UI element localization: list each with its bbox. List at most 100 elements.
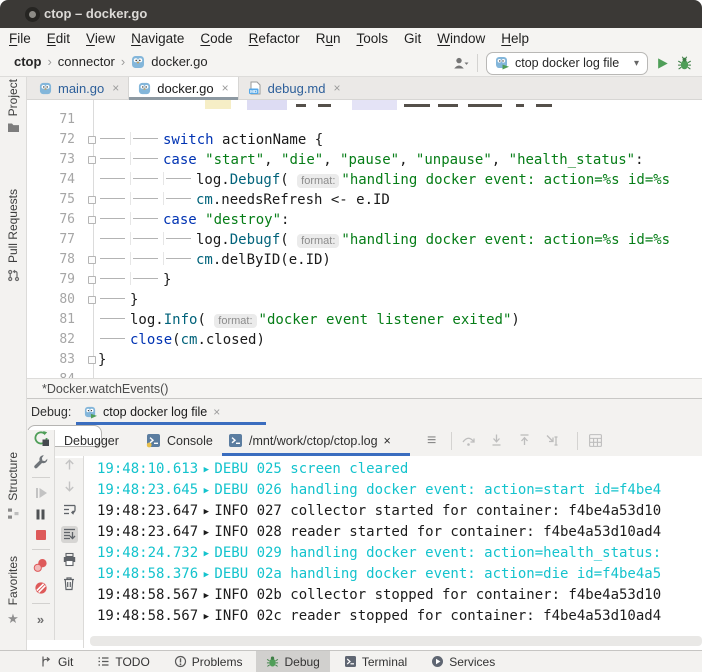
sidebar-item-structure[interactable]: Structure <box>0 452 26 520</box>
stop-icon[interactable] <box>35 529 47 541</box>
statusbar-terminal[interactable]: Terminal <box>334 651 417 672</box>
rerun-icon[interactable] <box>33 430 49 446</box>
fold-icon[interactable] <box>88 136 96 144</box>
log-timestamp: 19:48:23.645 <box>97 482 198 498</box>
tab-whitespace <box>98 152 130 165</box>
log-level: DEBU 025 <box>214 461 290 477</box>
fold-icon[interactable] <box>88 196 96 204</box>
menu-window[interactable]: Window <box>437 31 485 46</box>
layout-grid-icon[interactable] <box>588 425 603 456</box>
fold-icon[interactable] <box>88 156 96 164</box>
line-number: 71 <box>27 110 75 130</box>
statusbar-services[interactable]: Services <box>421 651 505 672</box>
user-icon[interactable] <box>453 57 469 70</box>
menu-code[interactable]: Code <box>200 31 232 46</box>
tab-debugger[interactable]: Debugger <box>64 425 119 456</box>
menu-refactor[interactable]: Refactor <box>249 31 300 46</box>
run-to-cursor-icon[interactable] <box>545 425 560 456</box>
log-timestamp: 19:48:24.732 <box>97 545 198 561</box>
statusbar-problems[interactable]: Problems <box>164 651 253 672</box>
pause-icon[interactable] <box>34 508 47 521</box>
run-icon[interactable] <box>656 57 669 70</box>
tab-main-go[interactable]: main.go × <box>30 77 128 99</box>
close-icon[interactable]: × <box>112 81 119 95</box>
close-icon[interactable]: × <box>222 81 229 95</box>
step-over-icon[interactable] <box>461 425 476 456</box>
menu-run[interactable]: Run <box>316 31 341 46</box>
menu-view[interactable]: View <box>86 31 115 46</box>
tab-debug-md[interactable]: MD debug.md × <box>239 77 350 99</box>
code-line-80: 80} <box>27 290 702 310</box>
sidebar-item-pull-requests[interactable]: Pull Requests <box>0 189 26 282</box>
breadcrumb-package[interactable]: connector <box>58 54 115 69</box>
window-menu-icon[interactable] <box>25 7 40 22</box>
statusbar-debug[interactable]: Debug <box>256 651 329 672</box>
log-level: INFO 02c <box>214 608 290 624</box>
menu-git[interactable]: Git <box>404 31 421 46</box>
code-text: log.Debugf( format:"handling docker even… <box>98 230 670 251</box>
code-editor[interactable]: 7172switch actionName {73case "start", "… <box>27 100 702 378</box>
log-level: DEBU 026 <box>214 482 290 498</box>
tab-label: main.go <box>58 81 104 96</box>
fold-icon[interactable] <box>88 276 96 284</box>
menu-tools[interactable]: Tools <box>356 31 388 46</box>
down-arrow-icon[interactable] <box>63 480 76 493</box>
tab-console[interactable]: Console <box>146 425 213 456</box>
horizontal-scrollbar[interactable] <box>90 636 702 646</box>
sidebar-item-favorites[interactable]: Favorites ★ <box>0 556 26 627</box>
menu-navigate[interactable]: Navigate <box>131 31 184 46</box>
resume-icon[interactable] <box>34 486 48 500</box>
log-message: handling docker event: action=start id=f… <box>290 482 661 498</box>
context-breadcrumb[interactable]: *Docker.watchEvents() <box>42 382 168 396</box>
clear-icon[interactable] <box>62 576 76 591</box>
line-number: 74 <box>27 170 75 190</box>
tab-whitespace <box>98 272 130 285</box>
tab-docker-go[interactable]: docker.go × <box>128 77 238 99</box>
git-icon <box>40 655 53 668</box>
settings-wrench-icon[interactable] <box>33 454 48 469</box>
close-icon[interactable]: × <box>384 434 391 448</box>
debug-session-tab[interactable]: ctop docker log file × <box>76 401 228 423</box>
log-timestamp: 19:48:10.613 <box>97 461 198 477</box>
debug-icon[interactable] <box>677 56 692 71</box>
code-line-75: 75cm.needsRefresh <- e.ID <box>27 190 702 210</box>
console-icon <box>146 433 161 448</box>
log-message: reader stopped for container: f4be4a53d1… <box>290 608 661 624</box>
project-folder-icon <box>7 122 20 133</box>
menu-file[interactable]: File <box>9 31 31 46</box>
fold-icon[interactable] <box>88 216 96 224</box>
log-console-output[interactable]: 19:48:10.613 ▶ DEBU 025 screen cleared19… <box>83 456 702 648</box>
menu-edit[interactable]: Edit <box>47 31 70 46</box>
fold-icon[interactable] <box>88 356 96 364</box>
print-icon[interactable] <box>62 552 77 567</box>
run-config-select[interactable]: ctop docker log file ▾ <box>486 52 648 75</box>
breadcrumb-file[interactable]: docker.go <box>151 54 207 69</box>
fold-icon[interactable] <box>88 256 96 264</box>
structure-label: Structure <box>6 452 20 501</box>
tab-whitespace <box>98 132 130 145</box>
close-icon[interactable]: × <box>213 405 220 419</box>
breadcrumb-project[interactable]: ctop <box>14 54 41 69</box>
scroll-to-end-icon[interactable] <box>61 526 78 543</box>
step-out-icon[interactable] <box>517 425 532 456</box>
tab-log-file[interactable]: /mnt/work/ctop/ctop.log × <box>228 425 391 456</box>
soft-wrap-icon[interactable] <box>62 502 77 517</box>
sidebar-item-project[interactable]: Project <box>0 79 26 133</box>
clipped-line-fragment <box>247 100 287 110</box>
menu-hamburger-icon[interactable]: ≡ <box>427 425 436 456</box>
menu-help[interactable]: Help <box>501 31 529 46</box>
toolbar-divider <box>577 432 578 450</box>
more-icon[interactable]: » <box>37 612 44 627</box>
view-breakpoints-icon[interactable] <box>33 558 48 573</box>
close-icon[interactable]: × <box>333 81 340 95</box>
fold-icon[interactable] <box>88 296 96 304</box>
statusbar-git[interactable]: Git <box>30 651 83 672</box>
log-timestamp: 19:48:58.567 <box>97 608 198 624</box>
statusbar-todo[interactable]: TODO <box>87 651 159 672</box>
log-arrow-icon: ▶ <box>198 528 214 538</box>
log-line: 19:48:58.376 ▶ DEBU 02a handling docker … <box>97 564 702 585</box>
step-into-icon[interactable] <box>489 425 504 456</box>
log-level: INFO 02b <box>214 587 290 603</box>
up-arrow-icon[interactable] <box>63 458 76 471</box>
mute-breakpoints-icon[interactable] <box>34 581 48 595</box>
